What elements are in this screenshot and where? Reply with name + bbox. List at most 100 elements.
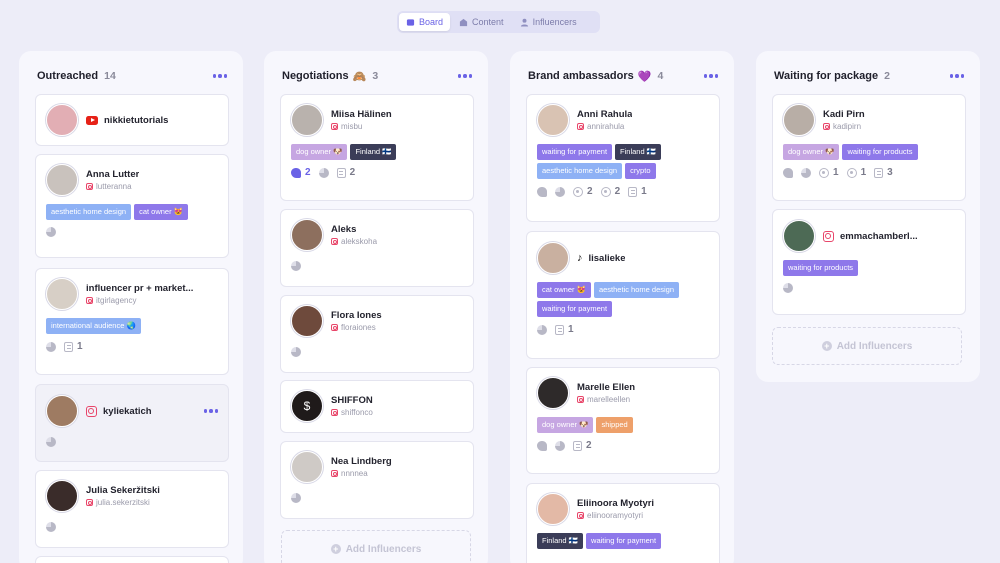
influencer-name: emmachamberl... bbox=[840, 230, 918, 242]
tab-influencers[interactable]: Influencers bbox=[513, 13, 584, 31]
tiktok-icon: ♪ bbox=[577, 252, 583, 264]
tag[interactable]: Finland 🇫🇮 bbox=[350, 144, 397, 160]
influencer-card[interactable]: Anna Lutter lutteranna aesthetic home de… bbox=[35, 154, 229, 258]
instagram-icon bbox=[823, 230, 834, 242]
tag[interactable]: waiting for payment bbox=[586, 533, 662, 549]
instagram-icon bbox=[86, 297, 93, 304]
tab-board[interactable]: Board bbox=[399, 13, 451, 31]
document-count: 1 bbox=[77, 341, 83, 352]
influencer-handle: nnnnea bbox=[341, 469, 368, 478]
instagram-icon bbox=[86, 499, 93, 506]
influencer-handle: annirahula bbox=[587, 122, 625, 131]
instagram-icon bbox=[331, 123, 338, 130]
influencer-card[interactable]: Marelle Ellen marelleellen dog owner 🐶 s… bbox=[526, 367, 720, 474]
influencer-name: Anni Rahula bbox=[577, 109, 633, 120]
story-icon bbox=[573, 186, 583, 197]
tag[interactable]: aesthetic home design bbox=[537, 163, 623, 179]
instagram-icon bbox=[331, 238, 338, 245]
influencer-card[interactable]: Eliinoora Myotyri eliinooramyotyri Finla… bbox=[526, 483, 720, 563]
reel-icon bbox=[846, 167, 857, 178]
pie-chart-icon bbox=[46, 437, 56, 447]
influencer-card[interactable]: nikkietutorials bbox=[35, 94, 229, 146]
influencer-handle: floraiones bbox=[341, 323, 376, 332]
instagram-icon bbox=[331, 409, 338, 416]
influencer-name: Nea Lindberg bbox=[331, 456, 392, 467]
influencer-card[interactable]: Kadi Pirn kadipirn dog owner 🐶 waiting f… bbox=[772, 94, 966, 201]
outreach-icon bbox=[783, 167, 793, 178]
influencer-card[interactable]: Nea Lindberg nnnnea bbox=[280, 441, 474, 519]
avatar bbox=[537, 104, 569, 136]
tag[interactable]: dog owner 🐶 bbox=[783, 144, 840, 160]
tag[interactable]: waiting for products bbox=[842, 144, 918, 160]
add-influencers-button[interactable]: + Add Influencers bbox=[281, 530, 471, 563]
tag[interactable]: aesthetic home design bbox=[46, 204, 132, 220]
column-negotiations: Negotiations 🙈 3 Miisa Hälinen misbu dog… bbox=[264, 51, 488, 563]
influencer-name: Miisa Hälinen bbox=[331, 109, 392, 120]
influencer-card[interactable] bbox=[35, 556, 229, 563]
reel-count: 1 bbox=[860, 167, 867, 178]
tag[interactable]: cat owner 😻 bbox=[134, 204, 189, 220]
instagram-icon bbox=[86, 183, 93, 190]
column-more-icon[interactable] bbox=[703, 74, 718, 78]
youtube-icon bbox=[86, 115, 98, 125]
document-icon bbox=[874, 167, 884, 178]
plus-icon: + bbox=[821, 341, 832, 351]
outreach-icon bbox=[537, 186, 547, 197]
influencer-card[interactable]: influencer pr + market... itgirlagency i… bbox=[35, 268, 229, 375]
influencer-card[interactable]: Julia Sekeržitski julia.sekerzitski bbox=[35, 470, 229, 548]
influencer-card[interactable]: Miisa Hälinen misbu dog owner 🐶 Finland … bbox=[280, 94, 474, 201]
instagram-icon bbox=[577, 123, 584, 130]
avatar bbox=[46, 104, 78, 136]
influencer-card[interactable]: Flora Iones floraiones bbox=[280, 295, 474, 373]
column-more-icon[interactable] bbox=[212, 74, 227, 78]
tab-influencers-label: Influencers bbox=[532, 17, 577, 27]
tag[interactable]: Finland 🇫🇮 bbox=[615, 144, 662, 160]
instagram-icon bbox=[86, 405, 97, 417]
column-more-icon[interactable] bbox=[457, 74, 472, 78]
tag[interactable]: international audience 🌏 bbox=[46, 318, 141, 334]
influencer-name: Aleks bbox=[331, 224, 357, 235]
tag[interactable]: Finland 🇫🇮 bbox=[537, 533, 584, 549]
influencer-name: Flora Iones bbox=[331, 310, 382, 321]
instagram-icon bbox=[577, 396, 584, 403]
document-icon bbox=[573, 440, 582, 451]
column-emoji: 🙈 bbox=[352, 70, 367, 83]
tag[interactable]: waiting for payment bbox=[537, 144, 613, 160]
tag[interactable]: waiting for payment bbox=[537, 301, 613, 317]
influencer-card[interactable]: $ SHIFFON shiffonco bbox=[280, 380, 474, 433]
influencer-card[interactable]: Anni Rahula annirahula waiting for payme… bbox=[526, 94, 720, 222]
add-influencers-label: Add Influencers bbox=[345, 543, 422, 555]
tag[interactable]: crypto bbox=[625, 163, 656, 179]
column-emoji: 💜 bbox=[637, 70, 652, 83]
influencer-handle: misbu bbox=[341, 122, 363, 131]
influencer-name: kyliekatich bbox=[103, 405, 152, 417]
column-count: 14 bbox=[104, 70, 116, 82]
tag[interactable]: dog owner 🐶 bbox=[291, 144, 348, 160]
tag[interactable]: dog owner 🐶 bbox=[537, 417, 594, 433]
influencer-card[interactable]: kyliekatich bbox=[35, 384, 229, 462]
document-count: 2 bbox=[586, 440, 592, 451]
card-more-icon[interactable] bbox=[203, 409, 218, 413]
tag[interactable]: shipped bbox=[596, 417, 633, 433]
document-count: 3 bbox=[887, 167, 893, 178]
influencer-name: SHIFFON bbox=[331, 395, 373, 406]
influencer-card[interactable]: Aleks alekskoha bbox=[280, 209, 474, 287]
tag[interactable]: aesthetic home design bbox=[593, 282, 680, 298]
tag[interactable]: waiting for products bbox=[783, 260, 859, 276]
influencer-name: nikkietutorials bbox=[104, 114, 169, 126]
board-icon bbox=[406, 18, 415, 26]
influencer-card[interactable]: ♪ lisalieke cat owner 😻 aesthetic home d… bbox=[526, 231, 720, 359]
document-icon bbox=[336, 167, 346, 178]
tab-content[interactable]: Content bbox=[452, 13, 511, 31]
tag[interactable]: cat owner 😻 bbox=[537, 282, 591, 298]
document-icon bbox=[64, 341, 73, 352]
column-count: 3 bbox=[372, 70, 379, 82]
avatar bbox=[46, 164, 78, 196]
add-influencers-button[interactable]: + Add Influencers bbox=[772, 327, 962, 365]
influencer-card[interactable]: emmachamberl... waiting for products bbox=[772, 209, 966, 315]
influencer-handle: shiffonco bbox=[341, 408, 373, 417]
influencer-handle: itgirlagency bbox=[96, 296, 137, 305]
story-count: 1 bbox=[833, 167, 839, 178]
influencer-handle: eliinooramyotyri bbox=[587, 511, 644, 520]
column-more-icon[interactable] bbox=[949, 74, 964, 78]
